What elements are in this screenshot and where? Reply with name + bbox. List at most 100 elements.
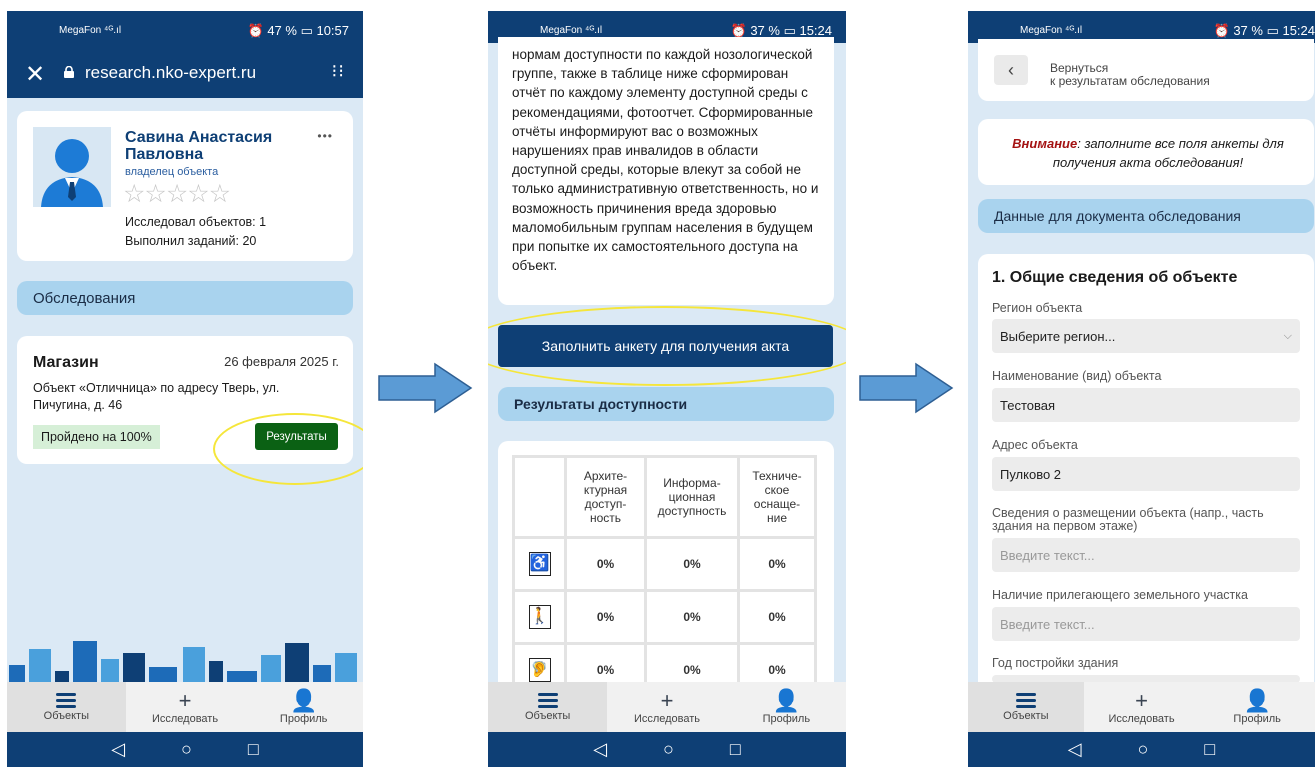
- home-circle-icon[interactable]: ○: [181, 739, 192, 760]
- nav-research[interactable]: + Исследовать: [126, 682, 245, 732]
- status-right: ⏰ 47 % ▭ 10:57: [247, 23, 349, 38]
- col-header-information: Информа- ционная доступность: [647, 458, 737, 536]
- profile-name: Савина Анастасия Павловна: [125, 129, 273, 163]
- table-cell: 0%: [647, 592, 737, 642]
- land-label: Наличие прилегающего земельного участка: [992, 588, 1248, 602]
- table-cell: 0%: [567, 539, 644, 589]
- nav-profile-label: Профиль: [1233, 713, 1281, 725]
- nav-objects[interactable]: Объекты: [488, 682, 608, 732]
- results-title: Результаты доступности: [498, 387, 834, 421]
- col-header-technical: Техниче- ское оснаще- ние: [740, 458, 814, 536]
- progress-badge: Пройдено на 100%: [33, 425, 160, 449]
- region-value: Выберите регион...: [1000, 328, 1116, 344]
- recents-square-icon[interactable]: □: [248, 739, 259, 760]
- back-triangle-icon[interactable]: ◁: [1068, 739, 1082, 760]
- phone-screen-results: MegaFon ⁴ᴳ.ıl ⏰ 37 % ▭ 15:24 нормам дост…: [488, 11, 846, 767]
- region-label: Регион объекта: [992, 301, 1083, 315]
- warning-text: : заполните все поля анкеты для получени…: [1052, 136, 1284, 170]
- section-title-surveys: Обследования: [17, 281, 353, 315]
- highlight-ellipse: [488, 306, 846, 386]
- arrow-right-icon: [859, 362, 954, 414]
- recents-square-icon[interactable]: □: [1204, 739, 1215, 760]
- warning-label: Внимание: [1012, 136, 1078, 151]
- back-line-1: Вернуться: [1050, 61, 1109, 75]
- url-text[interactable]: research.nko-expert.ru: [85, 63, 256, 83]
- tasks-done: Выполнил заданий: 20: [125, 234, 257, 248]
- back-triangle-icon[interactable]: ◁: [593, 739, 607, 760]
- more-icon[interactable]: •••: [317, 129, 333, 143]
- nav-research-label: Исследовать: [151, 713, 219, 725]
- user-icon: 👤: [1243, 688, 1271, 713]
- lock-icon: [64, 66, 74, 78]
- user-icon: 👤: [289, 688, 318, 713]
- placement-field[interactable]: Введите текст...: [992, 538, 1300, 572]
- nav-profile-label: Профиль: [762, 713, 811, 725]
- table-cell: 0%: [740, 539, 814, 589]
- wheelchair-icon: ♿: [515, 539, 564, 589]
- home-circle-icon[interactable]: ○: [663, 739, 674, 760]
- nav-research-label: Исследовать: [633, 713, 701, 725]
- nav-objects-label: Объекты: [43, 710, 90, 722]
- doc-data-title: Данные для документа обследования: [978, 199, 1314, 233]
- arrow-right-icon: [378, 362, 473, 414]
- chevron-down-icon: ⌵: [1283, 329, 1292, 342]
- plus-icon: +: [660, 688, 674, 713]
- recents-square-icon[interactable]: □: [730, 739, 741, 760]
- status-bar: MegaFon ⁴ᴳ.ıl ⏰ 47 % ▭ 10:57: [7, 11, 363, 51]
- description-text: нормам доступности по каждой нозологичес…: [512, 47, 819, 274]
- list-icon: [56, 692, 77, 710]
- system-navigation: ◁ ○ □: [488, 732, 846, 767]
- nav-research[interactable]: + Исследовать: [1084, 682, 1200, 732]
- bottom-navigation: Объекты + Исследовать 👤 Профиль: [7, 682, 363, 732]
- back-button[interactable]: ‹: [994, 55, 1028, 85]
- nav-profile[interactable]: 👤 Профиль: [244, 682, 363, 732]
- table-cell: 0%: [567, 592, 644, 642]
- back-card[interactable]: ‹ Вернуться к результатам обследования: [978, 39, 1314, 101]
- composite-screenshot: MegaFon ⁴ᴳ.ıl ⏰ 47 % ▭ 10:57 ✕ research.…: [0, 0, 1315, 767]
- accessibility-table: Архите- ктурная доступ- ность Информа- ц…: [512, 455, 817, 698]
- results-table-card: Архите- ктурная доступ- ность Информа- ц…: [498, 441, 834, 701]
- objects-studied: Исследовал объектов: 1: [125, 215, 267, 229]
- home-circle-icon[interactable]: ○: [1138, 739, 1149, 760]
- address-label: Адрес объекта: [992, 438, 1078, 452]
- rating-stars: ☆☆☆☆☆: [123, 180, 231, 208]
- phone-screen-profile: MegaFon ⁴ᴳ.ıl ⏰ 47 % ▭ 10:57 ✕ research.…: [7, 11, 363, 767]
- close-icon[interactable]: ✕: [25, 60, 45, 89]
- plus-icon: +: [1135, 688, 1148, 713]
- nav-profile[interactable]: 👤 Профиль: [1199, 682, 1315, 732]
- back-triangle-icon[interactable]: ◁: [111, 739, 125, 760]
- bottom-navigation: Объекты + Исследовать 👤 Профиль: [968, 682, 1315, 732]
- form-title: 1. Общие сведения об объекте: [992, 269, 1238, 286]
- name-field[interactable]: Тестовая: [992, 388, 1300, 422]
- warning-card: Внимание: заполните все поля анкеты для …: [978, 119, 1314, 185]
- nav-objects-label: Объекты: [1003, 710, 1049, 722]
- nav-objects[interactable]: Объекты: [968, 682, 1084, 732]
- nav-objects[interactable]: Объекты: [7, 682, 126, 732]
- nav-objects-label: Объекты: [524, 710, 571, 722]
- land-field[interactable]: Введите текст...: [992, 607, 1300, 641]
- col-header-architecture: Архите- ктурная доступ- ность: [567, 458, 644, 536]
- table-corner: [515, 458, 564, 536]
- avatar: [33, 127, 111, 207]
- highlight-ellipse: [213, 413, 363, 485]
- bottom-navigation: Объекты + Исследовать 👤 Профиль: [488, 682, 846, 732]
- name-label: Наименование (вид) объекта: [992, 369, 1162, 383]
- nav-research[interactable]: + Исследовать: [607, 682, 726, 732]
- list-icon: [1015, 692, 1036, 710]
- year-label: Год постройки здания: [992, 656, 1119, 670]
- carrier-label: MegaFon ⁴ᴳ.ıl: [540, 25, 603, 36]
- system-navigation: ◁ ○ □: [7, 732, 363, 767]
- menu-dots-icon[interactable]: ⁝⁝: [332, 61, 345, 82]
- address-field[interactable]: Пулково 2: [992, 457, 1300, 491]
- profile-role: владелец объекта: [125, 166, 219, 178]
- region-select[interactable]: Выберите регион... ⌵: [992, 319, 1300, 353]
- back-line-2: к результатам обследования: [1050, 74, 1210, 88]
- table-cell: 0%: [647, 539, 737, 589]
- nav-profile[interactable]: 👤 Профиль: [727, 682, 846, 732]
- warning-message: Внимание: заполните все поля анкеты для …: [998, 134, 1298, 172]
- table-row: 🚶 0% 0% 0%: [515, 592, 814, 642]
- table-row: ♿ 0% 0% 0%: [515, 539, 814, 589]
- survey-description: Объект «Отличница» по адресу Тверь, ул. …: [33, 381, 280, 412]
- survey-date: 26 февраля 2025 г.: [224, 354, 339, 369]
- nav-research-label: Исследовать: [1108, 713, 1175, 725]
